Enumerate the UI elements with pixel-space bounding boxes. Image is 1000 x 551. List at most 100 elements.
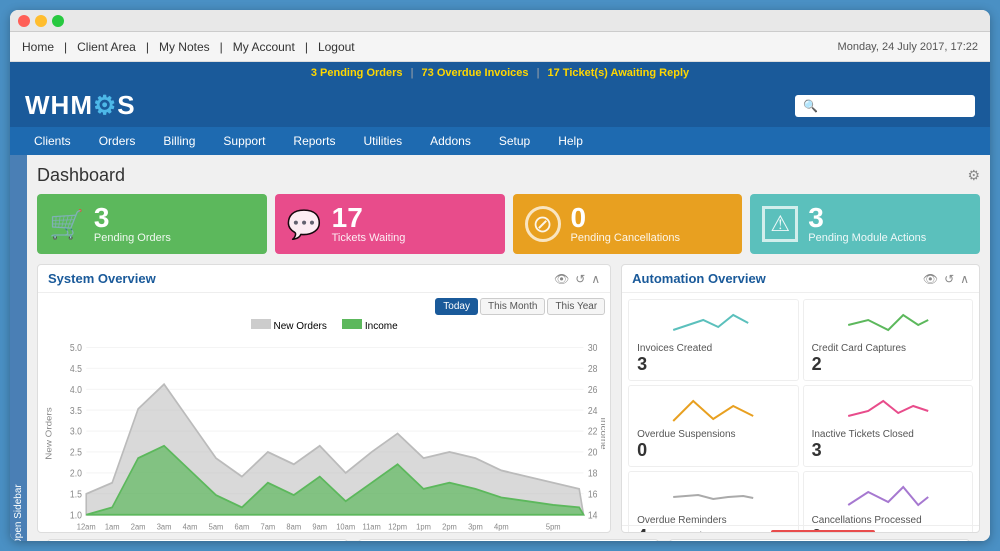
logo-text: WHM bbox=[25, 90, 93, 120]
svg-text:2.0: 2.0 bbox=[70, 468, 82, 479]
svg-text:26: 26 bbox=[588, 384, 598, 395]
stat-cards: 🛒 3 Pending Orders 💬 17 Tickets Waiting … bbox=[37, 194, 980, 254]
cancel-icon: ⊘ bbox=[525, 206, 561, 242]
tickets-alert[interactable]: 17 Ticket(s) Awaiting Reply bbox=[548, 67, 690, 79]
svg-text:24: 24 bbox=[588, 405, 598, 416]
pending-orders-card[interactable]: 🛒 3 Pending Orders bbox=[37, 194, 267, 254]
svg-text:2.5: 2.5 bbox=[70, 447, 82, 458]
nav-logout[interactable]: Logout bbox=[318, 40, 355, 54]
refresh-icon[interactable]: ↺ bbox=[575, 272, 585, 286]
dashboard-settings-icon[interactable]: ⚙ bbox=[967, 167, 980, 184]
title-bar bbox=[10, 10, 990, 32]
chat-icon: 💬 bbox=[287, 208, 322, 241]
svg-text:1pm: 1pm bbox=[416, 522, 431, 532]
cancellations-label: Pending Cancellations bbox=[571, 232, 680, 244]
pending-orders-alert[interactable]: 3 Pending Orders bbox=[311, 67, 403, 79]
automation-overview-header: Automation Overview 👁 ↺ ∧ bbox=[622, 265, 979, 293]
svg-text:12am: 12am bbox=[77, 522, 96, 532]
refresh-icon[interactable]: ↺ bbox=[944, 272, 954, 286]
maximize-button[interactable] bbox=[52, 15, 64, 27]
tab-this-year[interactable]: This Year bbox=[547, 298, 605, 315]
minimize-button[interactable] bbox=[35, 15, 47, 27]
overdue-suspensions-card: Overdue Suspensions 0 bbox=[628, 385, 798, 467]
suspensions-value: 0 bbox=[637, 440, 647, 461]
inactive-tickets-chart bbox=[812, 391, 964, 426]
dashboard-columns: System Overview 👁 ↺ ∧ Today This Month bbox=[37, 264, 980, 533]
system-overview-card: System Overview 👁 ↺ ∧ Today This Month bbox=[37, 264, 611, 533]
browser-date: Monday, 24 July 2017, 17:22 bbox=[838, 41, 978, 53]
overdue-invoices-alert[interactable]: 73 Overdue Invoices bbox=[422, 67, 529, 79]
system-overview-header: System Overview 👁 ↺ ∧ bbox=[38, 265, 610, 293]
logo: WHM⚙S bbox=[25, 90, 136, 121]
invoices-chart bbox=[637, 305, 789, 340]
suspensions-label: Overdue Suspensions bbox=[637, 429, 735, 440]
header-alerts: 3 Pending Orders | 73 Overdue Invoices |… bbox=[10, 62, 990, 84]
system-overview-icons: 👁 ↺ ∧ bbox=[554, 272, 600, 286]
nav-support[interactable]: Support bbox=[209, 127, 279, 155]
eye-icon[interactable]: 👁 bbox=[554, 272, 569, 286]
svg-text:5am: 5am bbox=[209, 522, 224, 532]
module-actions-label: Pending Module Actions bbox=[808, 232, 926, 244]
open-sidebar-tab[interactable]: Open Sidebar bbox=[10, 155, 27, 541]
nav-addons[interactable]: Addons bbox=[416, 127, 485, 155]
nav-home[interactable]: Home bbox=[22, 40, 54, 54]
tickets-number: 17 bbox=[332, 204, 406, 232]
bottom-row: Billing 👁 ↺ ∧ To Do List + ↺ ∧ Support 👁… bbox=[37, 533, 980, 541]
collapse-icon[interactable]: ∧ bbox=[591, 272, 600, 286]
logo-gear-icon: ⚙ bbox=[93, 90, 117, 120]
automation-overview-panel: Automation Overview 👁 ↺ ∧ bbox=[621, 264, 980, 533]
svg-text:1.0: 1.0 bbox=[70, 510, 82, 521]
automation-icons: 👁 ↺ ∧ bbox=[923, 272, 969, 286]
svg-text:1am: 1am bbox=[105, 522, 120, 532]
svg-text:1.5: 1.5 bbox=[70, 489, 82, 500]
logo-s: S bbox=[117, 90, 135, 120]
nav-billing[interactable]: Billing bbox=[149, 127, 209, 155]
invoices-value: 3 bbox=[637, 354, 647, 375]
svg-text:4pm: 4pm bbox=[494, 522, 509, 532]
svg-text:30: 30 bbox=[588, 343, 598, 354]
nav-reports[interactable]: Reports bbox=[279, 127, 349, 155]
automation-grid: Invoices Created 3 Credit Card Captures … bbox=[622, 293, 979, 525]
cc-value: 2 bbox=[812, 354, 822, 375]
warning-icon: ⚠ bbox=[762, 206, 798, 242]
cancellations-chart bbox=[812, 477, 964, 512]
nav-orders[interactable]: Orders bbox=[85, 127, 150, 155]
system-overview-title: System Overview bbox=[48, 271, 156, 286]
browser-nav[interactable]: Home | Client Area | My Notes | My Accou… bbox=[22, 40, 355, 54]
tickets-card[interactable]: 💬 17 Tickets Waiting bbox=[275, 194, 505, 254]
eye-icon[interactable]: 👁 bbox=[923, 272, 938, 286]
nav-clients[interactable]: Clients bbox=[20, 127, 85, 155]
main-nav: Clients Orders Billing Support Reports U… bbox=[10, 127, 990, 155]
dashboard-header: Dashboard ⚙ bbox=[37, 165, 980, 186]
window-controls[interactable] bbox=[18, 15, 64, 27]
svg-text:3pm: 3pm bbox=[468, 522, 483, 532]
nav-client-area[interactable]: Client Area bbox=[77, 40, 136, 54]
svg-text:6am: 6am bbox=[235, 522, 250, 532]
svg-text:2am: 2am bbox=[131, 522, 146, 532]
nav-my-notes[interactable]: My Notes bbox=[159, 40, 210, 54]
cancellations-card[interactable]: ⊘ 0 Pending Cancellations bbox=[513, 194, 743, 254]
svg-text:16: 16 bbox=[588, 489, 598, 500]
search-input[interactable] bbox=[795, 95, 975, 117]
close-button[interactable] bbox=[18, 15, 30, 27]
svg-text:8am: 8am bbox=[286, 522, 301, 532]
svg-text:28: 28 bbox=[588, 363, 598, 374]
nav-help[interactable]: Help bbox=[544, 127, 597, 155]
svg-text:3am: 3am bbox=[157, 522, 172, 532]
chart-svg: 5.0 4.5 4.0 3.5 3.0 2.5 2.0 1.5 1.0 bbox=[43, 335, 605, 532]
svg-text:12pm: 12pm bbox=[388, 522, 407, 532]
svg-text:3.0: 3.0 bbox=[70, 426, 82, 437]
invoices-created-card: Invoices Created 3 bbox=[628, 299, 798, 381]
svg-text:20: 20 bbox=[588, 447, 598, 458]
nav-my-account[interactable]: My Account bbox=[233, 40, 295, 54]
nav-utilities[interactable]: Utilities bbox=[349, 127, 416, 155]
module-actions-card[interactable]: ⚠ 3 Pending Module Actions bbox=[750, 194, 980, 254]
cart-icon: 🛒 bbox=[49, 208, 84, 241]
module-actions-number: 3 bbox=[808, 204, 926, 232]
collapse-icon[interactable]: ∧ bbox=[960, 272, 969, 286]
invoices-label: Invoices Created bbox=[637, 343, 712, 354]
nav-setup[interactable]: Setup bbox=[485, 127, 544, 155]
tab-this-month[interactable]: This Month bbox=[480, 298, 545, 315]
reminders-chart bbox=[637, 477, 789, 512]
tab-today[interactable]: Today bbox=[435, 298, 478, 315]
